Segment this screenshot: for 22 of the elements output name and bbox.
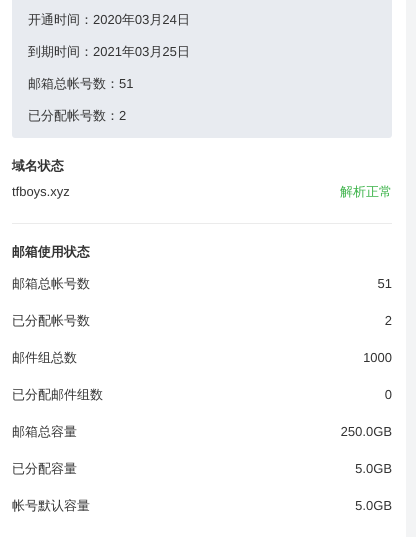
domain-status: 解析正常 — [340, 182, 392, 200]
stat-value: 1000 — [363, 350, 392, 365]
stat-value: 51 — [378, 276, 392, 291]
summary-line: 到期时间：2021年03月25日 — [28, 43, 191, 61]
section-heading: 邮箱使用状态 — [12, 243, 91, 261]
stat-label: 邮件组总数 — [12, 348, 77, 366]
stat-label: 已分配邮件组数 — [12, 386, 103, 404]
stat-value: 2 — [384, 313, 392, 328]
stat-value: 0 — [384, 387, 392, 402]
stat-label: 帐号默认容量 — [12, 496, 90, 514]
stat-value: 250.0GB — [340, 424, 392, 439]
stat-value: 5.0GB — [355, 498, 392, 513]
domain-name: tfboys.xyz — [12, 184, 70, 199]
summary-line: 邮箱总帐号数：51 — [28, 75, 134, 93]
stat-value: 5.0GB — [355, 461, 392, 476]
stat-label: 已分配帐号数 — [12, 312, 90, 330]
stat-label: 邮箱总帐号数 — [12, 274, 90, 292]
summary-line: 已分配帐号数：2 — [28, 107, 128, 125]
summary-line: 开通时间：2020年03月24日 — [28, 11, 191, 29]
stat-label: 邮箱总容量 — [12, 422, 77, 440]
section-heading: 域名状态 — [12, 157, 65, 175]
stat-label: 已分配容量 — [12, 460, 77, 478]
